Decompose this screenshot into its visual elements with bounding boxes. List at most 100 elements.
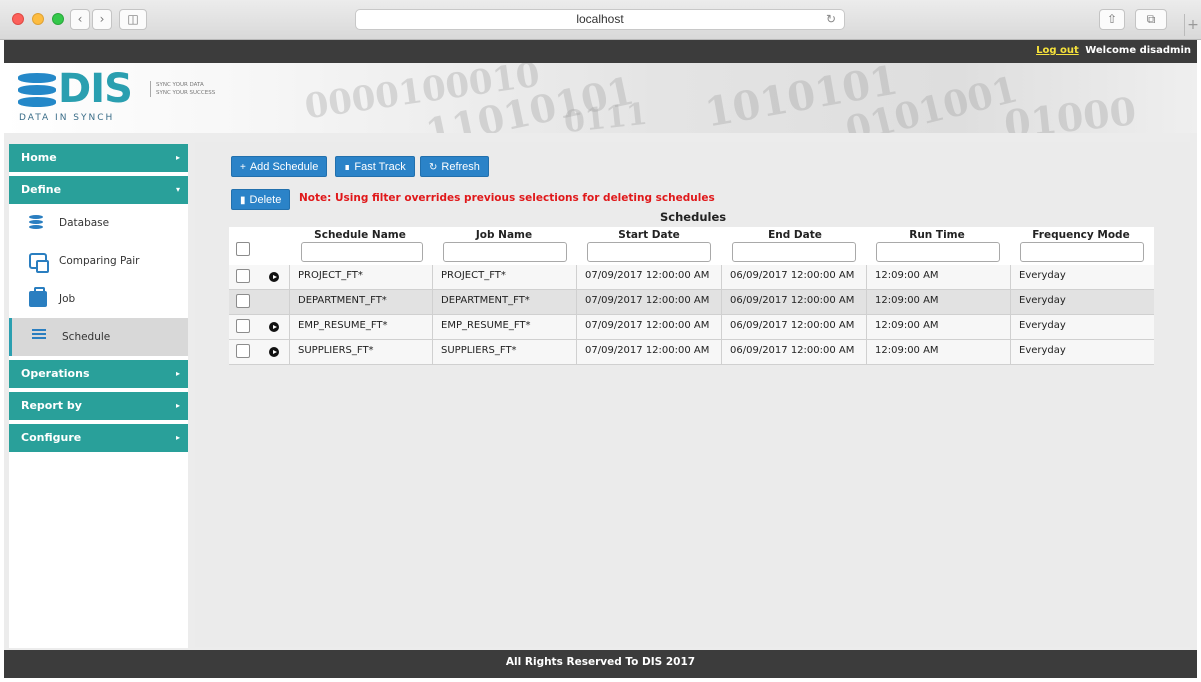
- column-header[interactable]: Start Date: [585, 229, 713, 241]
- row-checkbox[interactable]: [236, 319, 250, 333]
- logo-name: DIS: [58, 66, 133, 112]
- sidebar-item-report-by[interactable]: Report by ▸: [9, 392, 188, 420]
- sidebar-item-configure[interactable]: Configure ▸: [9, 424, 188, 452]
- banner-decoration: 01000: [1002, 88, 1139, 133]
- share-icon[interactable]: ⇧: [1099, 9, 1125, 30]
- refresh-icon: ↻: [429, 162, 438, 173]
- table-row[interactable]: PROJECT_FT* PROJECT_FT* 07/09/2017 12:00…: [229, 265, 1154, 290]
- run-time-cell: 12:09:00 AM: [866, 340, 1010, 365]
- button-label: Refresh: [441, 161, 480, 173]
- url-text: localhost: [576, 12, 624, 26]
- job-name-cell: EMP_RESUME_FT*: [432, 315, 576, 340]
- end-date-cell: 06/09/2017 12:00:00 AM: [721, 340, 866, 365]
- sidebar-subitem-comparing-pair[interactable]: Comparing Pair: [9, 242, 188, 280]
- sidebar-item-label: Configure: [21, 431, 82, 444]
- run-time-cell: 12:09:00 AM: [866, 315, 1010, 340]
- column-header[interactable]: Run Time: [874, 229, 1000, 241]
- app-frame: Log out Welcome disadmin 0000100010 1101…: [4, 40, 1197, 678]
- comparing-pair-icon: [29, 253, 49, 273]
- frequency-mode-cell: Everyday: [1010, 315, 1154, 340]
- table-row[interactable]: EMP_RESUME_FT* EMP_RESUME_FT* 07/09/2017…: [229, 315, 1154, 340]
- sidebar-subitem-label: Job: [59, 293, 76, 305]
- table-header: Schedule Name Job Name Start Date End Da…: [229, 227, 1154, 265]
- play-icon[interactable]: [269, 347, 279, 357]
- sidebar-toggle-icon[interactable]: ◫: [119, 9, 147, 30]
- address-bar[interactable]: localhost ↻: [355, 9, 845, 30]
- row-checkbox[interactable]: [236, 294, 250, 308]
- sidebar-item-operations[interactable]: Operations ▸: [9, 360, 188, 388]
- column-header[interactable]: Schedule Name: [299, 229, 421, 241]
- table-row[interactable]: DEPARTMENT_FT* DEPARTMENT_FT* 07/09/2017…: [229, 290, 1154, 315]
- frequency-mode-filter[interactable]: [1020, 242, 1144, 262]
- tabs-overview-icon[interactable]: ⧉: [1135, 9, 1167, 30]
- sidebar-subitem-schedule[interactable]: Schedule: [9, 318, 188, 356]
- back-icon[interactable]: ‹: [70, 9, 90, 30]
- briefcase-icon: [29, 287, 47, 307]
- schedule-name-filter[interactable]: [301, 242, 423, 262]
- window-zoom-button[interactable]: [52, 13, 64, 25]
- sidebar-item-label: Report by: [21, 399, 82, 412]
- sidebar-item-label: Operations: [21, 367, 90, 380]
- sidebar-subitem-label: Comparing Pair: [59, 255, 140, 267]
- rss-icon: ∎: [344, 162, 351, 173]
- database-logo-icon: [18, 73, 56, 109]
- reload-icon[interactable]: ↻: [826, 10, 836, 29]
- sidebar-subitem-label: Database: [59, 217, 110, 229]
- fast-track-button[interactable]: ∎ Fast Track: [335, 156, 415, 177]
- run-time-filter[interactable]: [876, 242, 1000, 262]
- run-time-cell: 12:09:00 AM: [866, 290, 1010, 315]
- trash-icon: ▮: [240, 195, 246, 206]
- row-checkbox[interactable]: [236, 269, 250, 283]
- new-tab-icon[interactable]: +: [1184, 14, 1201, 36]
- frequency-mode-cell: Everyday: [1010, 290, 1154, 315]
- refresh-button[interactable]: ↻ Refresh: [420, 156, 489, 177]
- window-minimize-button[interactable]: [32, 13, 44, 25]
- start-date-cell: 07/09/2017 12:00:00 AM: [576, 290, 721, 315]
- plus-icon: +: [240, 162, 246, 173]
- browser-toolbar: ‹ › ◫ localhost ↻ ⇧ ⧉ +: [0, 0, 1201, 40]
- main-content: + Add Schedule ∎ Fast Track ↻ Refresh ▮ Dele…: [195, 142, 1190, 647]
- schedule-name-cell: DEPARTMENT_FT*: [289, 290, 432, 315]
- frequency-mode-cell: Everyday: [1010, 340, 1154, 365]
- add-schedule-button[interactable]: + Add Schedule: [231, 156, 328, 177]
- window-close-button[interactable]: [12, 13, 24, 25]
- end-date-cell: 06/09/2017 12:00:00 AM: [721, 315, 866, 340]
- sidebar-subitem-database[interactable]: Database: [9, 204, 188, 242]
- list-icon: [32, 329, 50, 345]
- job-name-cell: PROJECT_FT*: [432, 265, 576, 290]
- play-icon[interactable]: [269, 272, 279, 282]
- row-checkbox[interactable]: [236, 344, 250, 358]
- logo-tagline: SYNC YOUR DATA SYNC YOUR SUCCESS: [150, 81, 215, 97]
- run-time-cell: 12:09:00 AM: [866, 265, 1010, 290]
- column-header[interactable]: Frequency Mode: [1017, 229, 1145, 241]
- job-name-filter[interactable]: [443, 242, 567, 262]
- logo-subtitle: DATA IN SYNCH: [19, 113, 115, 123]
- play-icon[interactable]: [269, 322, 279, 332]
- chevron-right-icon: ▸: [175, 401, 180, 410]
- button-label: Delete: [249, 194, 282, 206]
- column-header[interactable]: End Date: [731, 229, 859, 241]
- start-date-cell: 07/09/2017 12:00:00 AM: [576, 340, 721, 365]
- sidebar-item-home[interactable]: Home ▸: [9, 144, 188, 172]
- schedule-name-cell: SUPPLIERS_FT*: [289, 340, 432, 365]
- sidebar-item-define[interactable]: Define ▾: [9, 176, 188, 204]
- logout-link[interactable]: Log out: [1036, 45, 1079, 56]
- start-date-filter[interactable]: [587, 242, 711, 262]
- end-date-filter[interactable]: [732, 242, 856, 262]
- chevron-down-icon: ▾: [175, 185, 180, 194]
- delete-button[interactable]: ▮ Delete: [231, 189, 291, 210]
- button-label: Fast Track: [354, 161, 406, 173]
- job-name-cell: SUPPLIERS_FT*: [432, 340, 576, 365]
- start-date-cell: 07/09/2017 12:00:00 AM: [576, 265, 721, 290]
- schedules-table: Schedule Name Job Name Start Date End Da…: [229, 227, 1154, 365]
- column-header[interactable]: Job Name: [441, 229, 567, 241]
- sidebar-subitem-job[interactable]: Job: [9, 280, 188, 318]
- forward-icon[interactable]: ›: [92, 9, 112, 30]
- frequency-mode-cell: Everyday: [1010, 265, 1154, 290]
- sidebar-nav: Home ▸ Define ▾ Database Comparing Pair …: [9, 144, 188, 648]
- chevron-right-icon: ▸: [175, 369, 180, 378]
- logo-tagline-line: SYNC YOUR DATA: [156, 82, 204, 88]
- select-all-checkbox[interactable]: [236, 242, 250, 256]
- table-row[interactable]: SUPPLIERS_FT* SUPPLIERS_FT* 07/09/2017 1…: [229, 340, 1154, 365]
- dis-logo[interactable]: DIS DATA IN SYNCH SYNC YOUR DATA SYNC YO…: [14, 66, 244, 128]
